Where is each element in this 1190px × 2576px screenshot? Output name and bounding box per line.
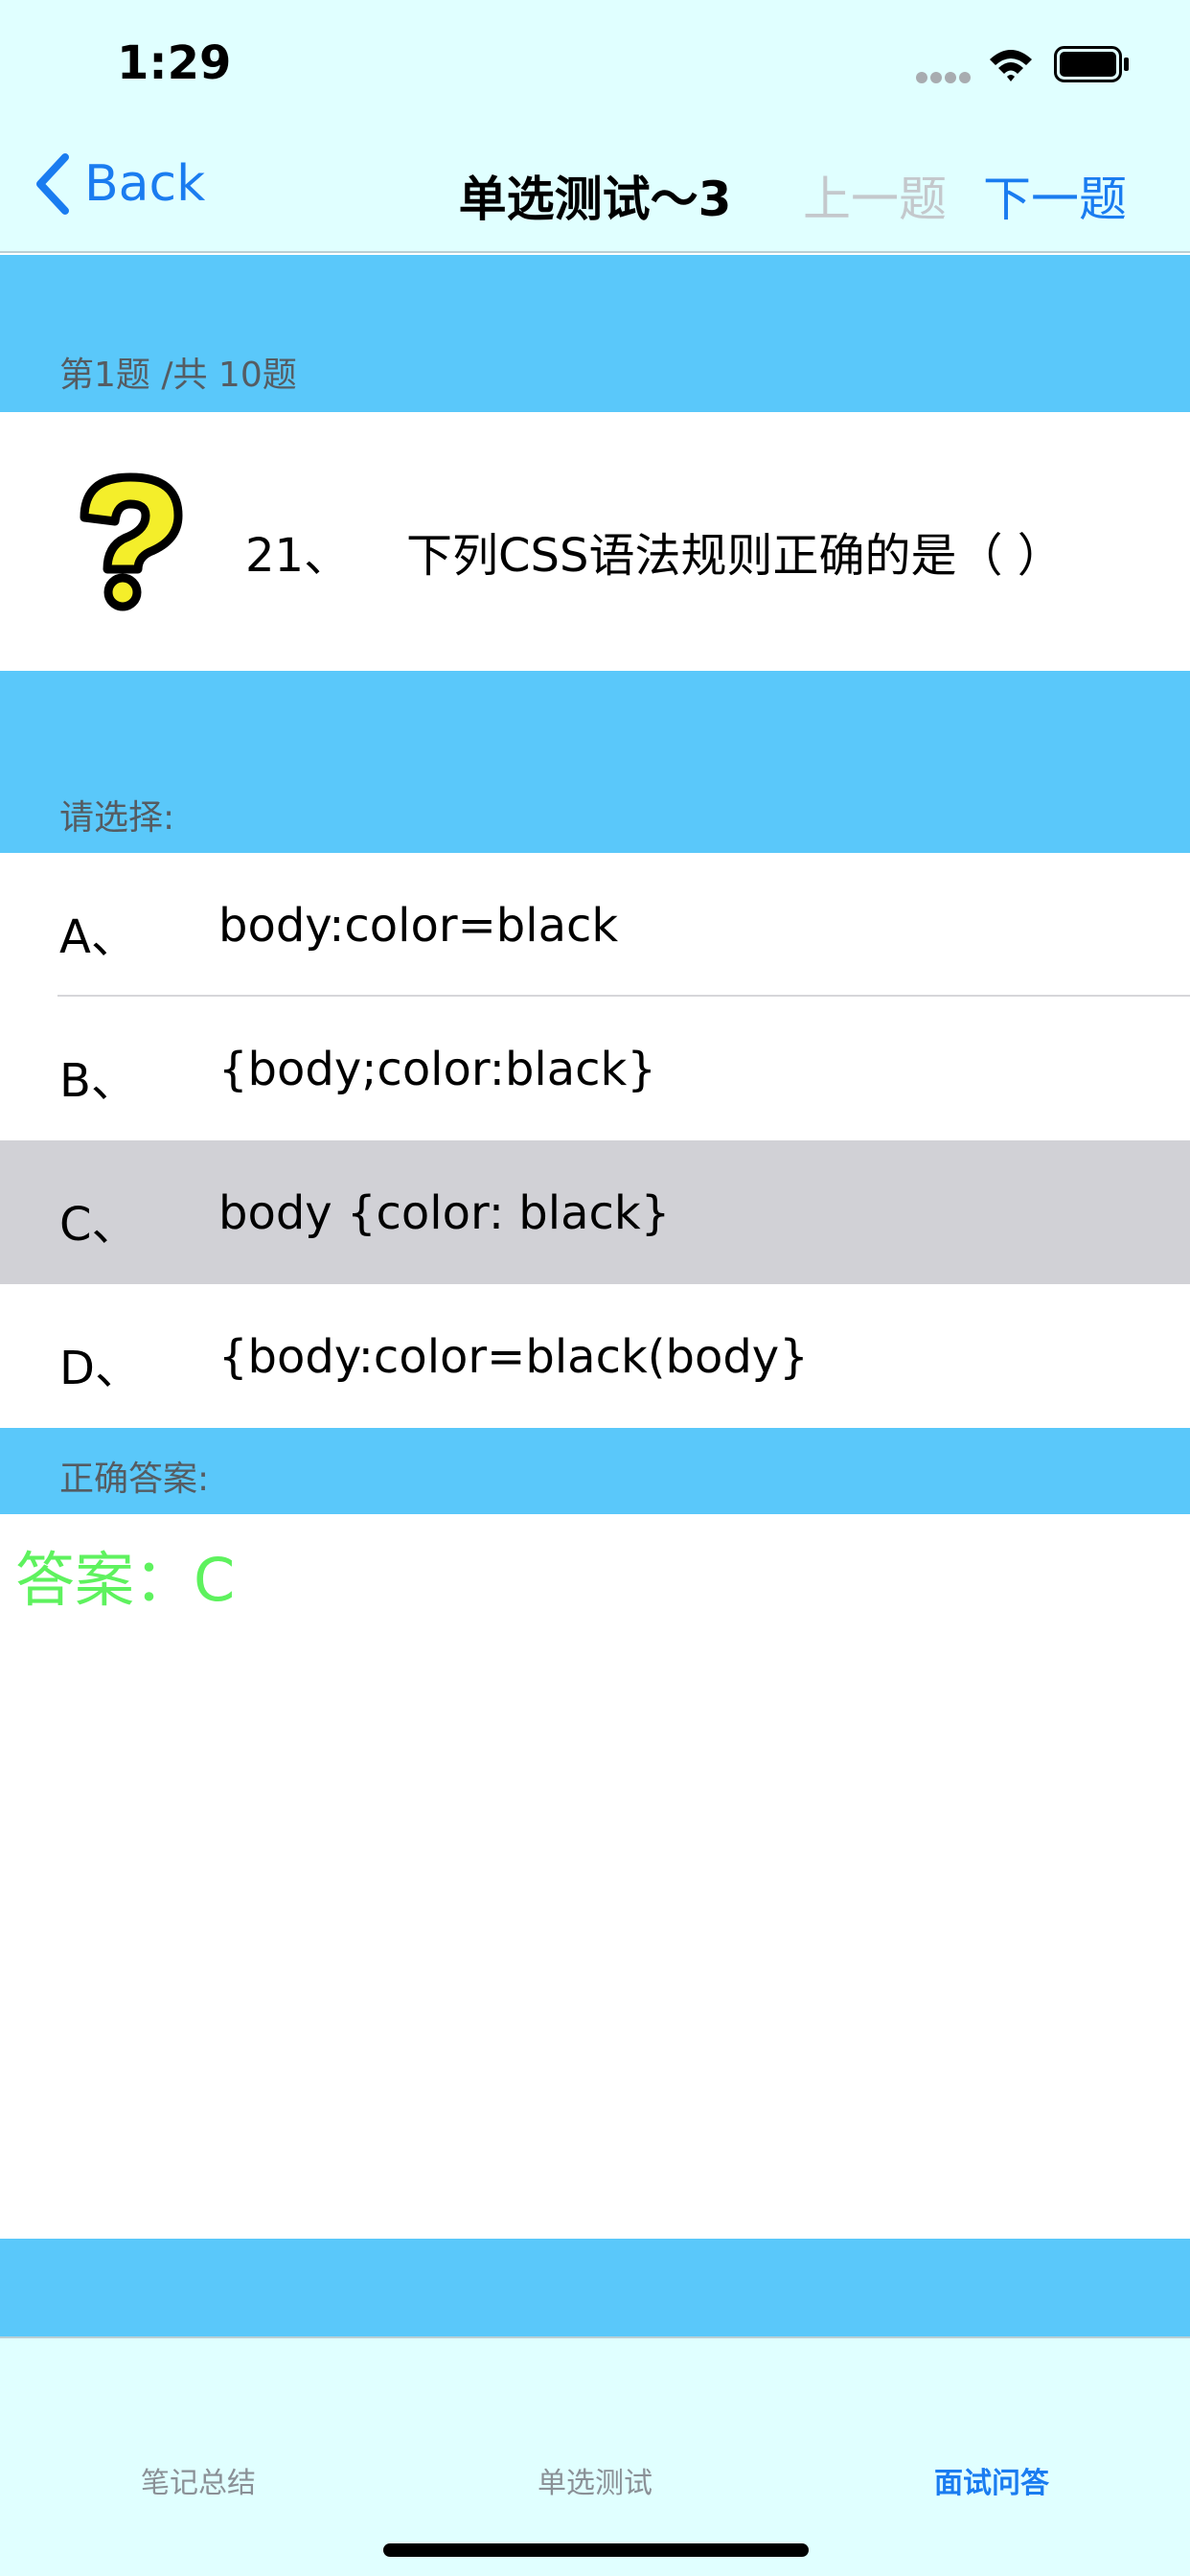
- option-letter: C、: [59, 1198, 138, 1252]
- tab-single-choice-test[interactable]: 单选测试: [397, 2459, 793, 2501]
- option-d[interactable]: D、 {body:color=black(body}: [0, 1284, 1190, 1428]
- status-time: 1:29: [117, 36, 232, 90]
- signal-icon: [916, 72, 971, 83]
- question-text: 下列CSS语法规则正确的是（ ）: [406, 529, 1064, 583]
- answer-text: 答案：C: [15, 1545, 236, 1615]
- progress-band: 第1题 /共 10题: [0, 255, 1190, 412]
- next-question-button[interactable]: 下一题: [983, 161, 1127, 230]
- option-text: {body;color:black}: [218, 1043, 656, 1096]
- option-a[interactable]: A、 body:color=black: [0, 853, 1190, 997]
- back-label: Back: [84, 155, 206, 213]
- tab-interview-qa[interactable]: 面试问答: [793, 2459, 1190, 2501]
- bottom-band: [0, 2239, 1190, 2336]
- back-button[interactable]: Back: [34, 153, 205, 215]
- answer-band: 正确答案:: [0, 1428, 1190, 1514]
- tab-bar: 笔记总结 单选测试 面试问答: [0, 2336, 1190, 2576]
- home-indicator[interactable]: [383, 2543, 809, 2557]
- chevron-left-icon: [36, 153, 69, 215]
- option-b[interactable]: B、 {body;color:black}: [0, 997, 1190, 1140]
- answer-header: 正确答案:: [59, 1460, 210, 1499]
- option-text: {body:color=black(body}: [218, 1330, 809, 1384]
- wifi-icon: [990, 50, 1032, 81]
- question-row: 21、 下列CSS语法规则正确的是（ ）: [0, 412, 1190, 671]
- screen: 1:29 Back 单选测试～3 上一题 下一题 第1题 /共 10题 21、 …: [0, 0, 1190, 2576]
- option-letter: B、: [59, 1054, 137, 1108]
- choices-header: 请选择:: [59, 798, 175, 838]
- question-number: 21、: [245, 529, 351, 583]
- top-bar: 1:29 Back 单选测试～3 上一题 下一题: [0, 0, 1190, 253]
- tab-notes-summary[interactable]: 笔记总结: [0, 2459, 397, 2501]
- option-letter: A、: [59, 910, 137, 964]
- progress-label: 第1题 /共 10题: [59, 356, 297, 395]
- previous-question-button[interactable]: 上一题: [803, 161, 947, 230]
- option-text: body {color: black}: [218, 1186, 671, 1240]
- choices-band: 请选择:: [0, 671, 1190, 853]
- option-letter: D、: [59, 1342, 141, 1395]
- option-c[interactable]: C、 body {color: black}: [0, 1140, 1190, 1284]
- question-mark-icon: [80, 472, 183, 611]
- battery-icon: [1054, 46, 1129, 82]
- option-text: body:color=black: [218, 899, 619, 953]
